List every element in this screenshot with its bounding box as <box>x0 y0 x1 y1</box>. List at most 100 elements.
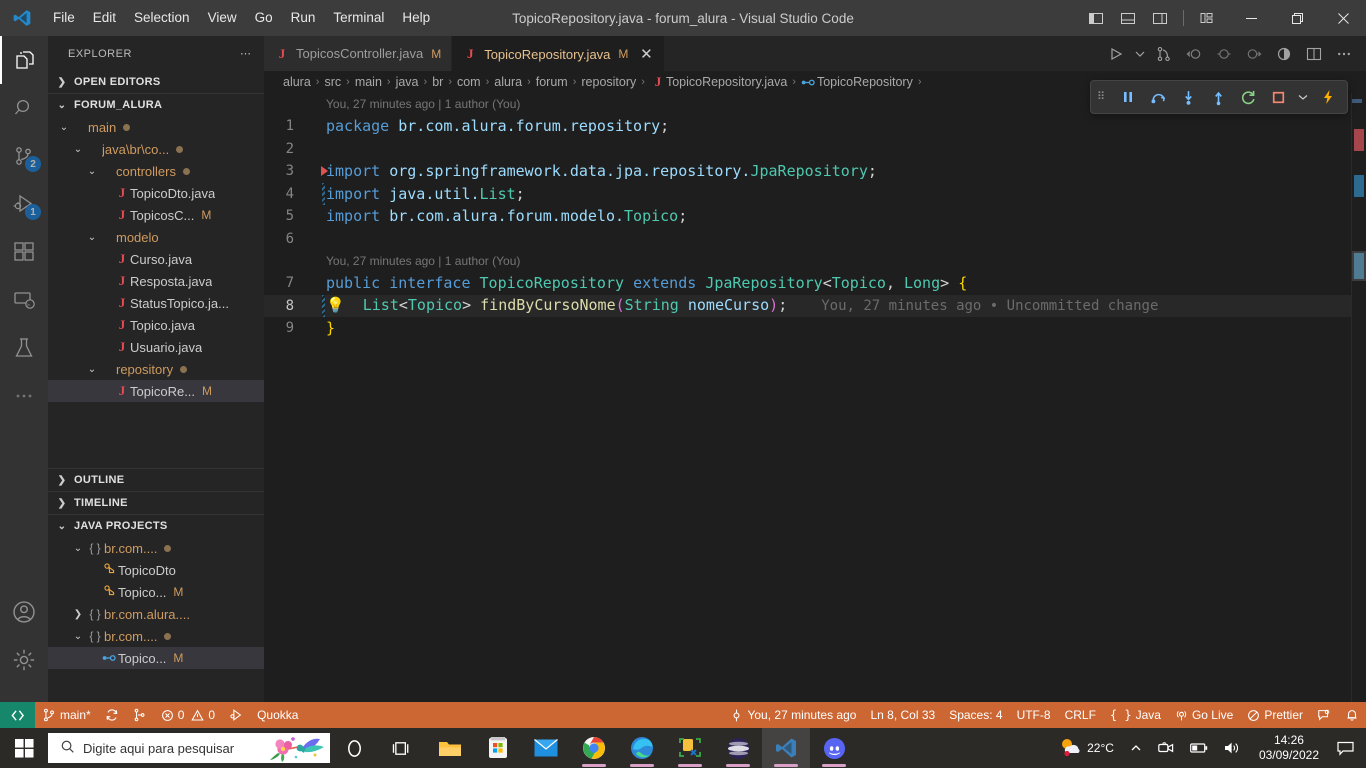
menu-help[interactable]: Help <box>393 6 439 30</box>
code-line[interactable]: 5 import br.com.alura.forum.modelo.Topico… <box>264 205 1366 228</box>
tree-item[interactable]: ⌄ modelo <box>48 226 264 248</box>
status-branch[interactable]: main* <box>35 702 98 728</box>
activity-search[interactable] <box>0 84 48 132</box>
vscode-icon[interactable] <box>762 728 810 768</box>
sidebar-more-actions-icon[interactable]: ⋯ <box>240 47 252 60</box>
folder-icon[interactable] <box>426 728 474 768</box>
menu-view[interactable]: View <box>199 6 246 30</box>
code-line[interactable]: 4 import java.util.List; <box>264 182 1366 205</box>
section-forum-alura[interactable]: ⌄ FORUM_ALURA <box>48 94 264 116</box>
task-view-icon[interactable] <box>378 728 426 768</box>
step-into-icon[interactable] <box>1175 84 1201 110</box>
play-icon[interactable] <box>1102 40 1130 68</box>
chevron-down-icon[interactable] <box>1295 84 1311 110</box>
panel-right-icon[interactable] <box>1145 3 1175 33</box>
git-deleted-indicator[interactable] <box>321 166 328 177</box>
gear-icon[interactable] <box>0 636 48 684</box>
status-notifications[interactable] <box>1338 702 1366 728</box>
remote-window-icon[interactable] <box>0 702 35 728</box>
maximize-button[interactable] <box>1274 0 1320 36</box>
code-content[interactable]: You, 27 minutes ago | 1 author (You) 1 pac… <box>264 93 1366 340</box>
status-eol[interactable]: CRLF <box>1058 702 1103 728</box>
tree-item[interactable]: ⌄ { } br.com.... <box>48 625 264 647</box>
layout-grid-icon[interactable] <box>1192 3 1222 33</box>
tree-item[interactable]: J Resposta.java <box>48 270 264 292</box>
status-feedback[interactable] <box>1310 702 1338 728</box>
discord-icon[interactable] <box>810 728 858 768</box>
circle-icon[interactable] <box>1210 40 1238 68</box>
breadcrumb-item[interactable]: TopicoRepository <box>801 75 913 89</box>
speaker-icon[interactable] <box>1216 741 1249 755</box>
status-cursor-position[interactable]: Ln 8, Col 33 <box>863 702 942 728</box>
eclipse-icon[interactable] <box>714 728 762 768</box>
edge-icon[interactable] <box>618 728 666 768</box>
minimize-button[interactable] <box>1228 0 1274 36</box>
ellipsis-icon[interactable] <box>1330 40 1358 68</box>
lightning-icon[interactable] <box>1315 84 1341 110</box>
menu-file[interactable]: File <box>44 6 84 30</box>
git-graph-icon[interactable] <box>1150 40 1178 68</box>
status-sync[interactable] <box>98 702 126 728</box>
breadcrumb-item[interactable]: alura <box>283 75 311 89</box>
status-git-graph[interactable] <box>126 702 154 728</box>
tree-item[interactable]: J StatusTopico.ja... <box>48 292 264 314</box>
tree-item[interactable]: ⌄ repository <box>48 358 264 380</box>
editor-scrollbar[interactable] <box>1352 251 1366 281</box>
tree-item[interactable]: TopicoDto <box>48 559 264 581</box>
tree-item[interactable]: ⌄ main <box>48 116 264 138</box>
tree-item[interactable]: Topico... M <box>48 581 264 603</box>
breadcrumb-item[interactable]: br <box>432 75 443 89</box>
breadcrumb-item[interactable]: com <box>457 75 481 89</box>
breadcrumb-item[interactable]: main <box>355 75 382 89</box>
breadcrumb-item[interactable]: J TopicoRepository.java <box>650 74 788 90</box>
taskbar-search-input[interactable]: Digite aqui para pesquisar <box>48 733 330 763</box>
breadcrumb-item[interactable]: alura <box>494 75 522 89</box>
editor-tab[interactable]: J TopicosController.java M <box>264 36 453 71</box>
breadcrumb-item[interactable]: java <box>396 75 419 89</box>
breadcrumb-item[interactable]: forum <box>536 75 568 89</box>
menu-selection[interactable]: Selection <box>125 6 199 30</box>
tree-item[interactable]: J Usuario.java <box>48 336 264 358</box>
step-out-icon[interactable] <box>1205 84 1231 110</box>
code-line[interactable]: 8 💡 List<Topico> findByCursoNome(String n… <box>264 294 1366 317</box>
code-line[interactable]: 7 public interface TopicoRepository exten… <box>264 272 1366 295</box>
tree-item[interactable]: J TopicoDto.java <box>48 182 264 204</box>
tree-item[interactable]: J TopicoRe... M <box>48 380 264 402</box>
activity-run-debug[interactable]: 1 <box>0 180 48 228</box>
snip-tool-icon[interactable] <box>666 728 714 768</box>
tree-item[interactable]: ⌄ java\br\co... <box>48 138 264 160</box>
grip-icon[interactable]: ⠿ <box>1097 92 1111 103</box>
code-line[interactable]: 3 import org.springframework.data.jpa.rep… <box>264 160 1366 183</box>
tree-item[interactable]: ⌄ { } br.com.... <box>48 537 264 559</box>
close-button[interactable] <box>1320 0 1366 36</box>
menu-go[interactable]: Go <box>246 6 282 30</box>
tree-item[interactable]: ⌄ controllers <box>48 160 264 182</box>
store-icon[interactable] <box>474 728 522 768</box>
menu-terminal[interactable]: Terminal <box>324 6 393 30</box>
restart-icon[interactable] <box>1235 84 1261 110</box>
pause-icon[interactable] <box>1115 84 1141 110</box>
weather-widget[interactable]: 22°C <box>1051 737 1122 760</box>
arrow-left-circle-icon[interactable] <box>1180 40 1208 68</box>
status-problems[interactable]: 0 0 <box>154 702 222 728</box>
stop-icon[interactable] <box>1265 84 1291 110</box>
tree-item[interactable]: J Topico.java <box>48 314 264 336</box>
panel-left-icon[interactable] <box>1081 3 1111 33</box>
activity-testing[interactable] <box>0 324 48 372</box>
activity-remote-explorer[interactable]: >_ <box>0 276 48 324</box>
step-over-icon[interactable] <box>1145 84 1171 110</box>
taskbar-clock[interactable]: 14:26 03/09/2022 <box>1249 733 1329 763</box>
code-line[interactable]: 9} <box>264 317 1366 340</box>
overview-ruler[interactable] <box>1352 93 1366 702</box>
status-language-mode[interactable]: { } Java <box>1103 702 1168 728</box>
tree-item[interactable]: ❯ { } br.com.alura.... <box>48 603 264 625</box>
code-editor[interactable]: You, 27 minutes ago | 1 author (You) 1 pac… <box>264 93 1366 702</box>
cortana-circle-icon[interactable] <box>330 728 378 768</box>
code-line[interactable]: 6 <box>264 228 1366 251</box>
activity-explorer[interactable] <box>0 36 48 84</box>
git-change-indicator[interactable] <box>322 182 325 205</box>
windows-start-icon[interactable] <box>0 728 48 768</box>
section-timeline[interactable]: ❯ TIMELINE <box>48 492 264 514</box>
section-open-editors[interactable]: ❯ OPEN EDITORS <box>48 71 264 93</box>
tree-item[interactable]: J TopicosC... M <box>48 204 264 226</box>
